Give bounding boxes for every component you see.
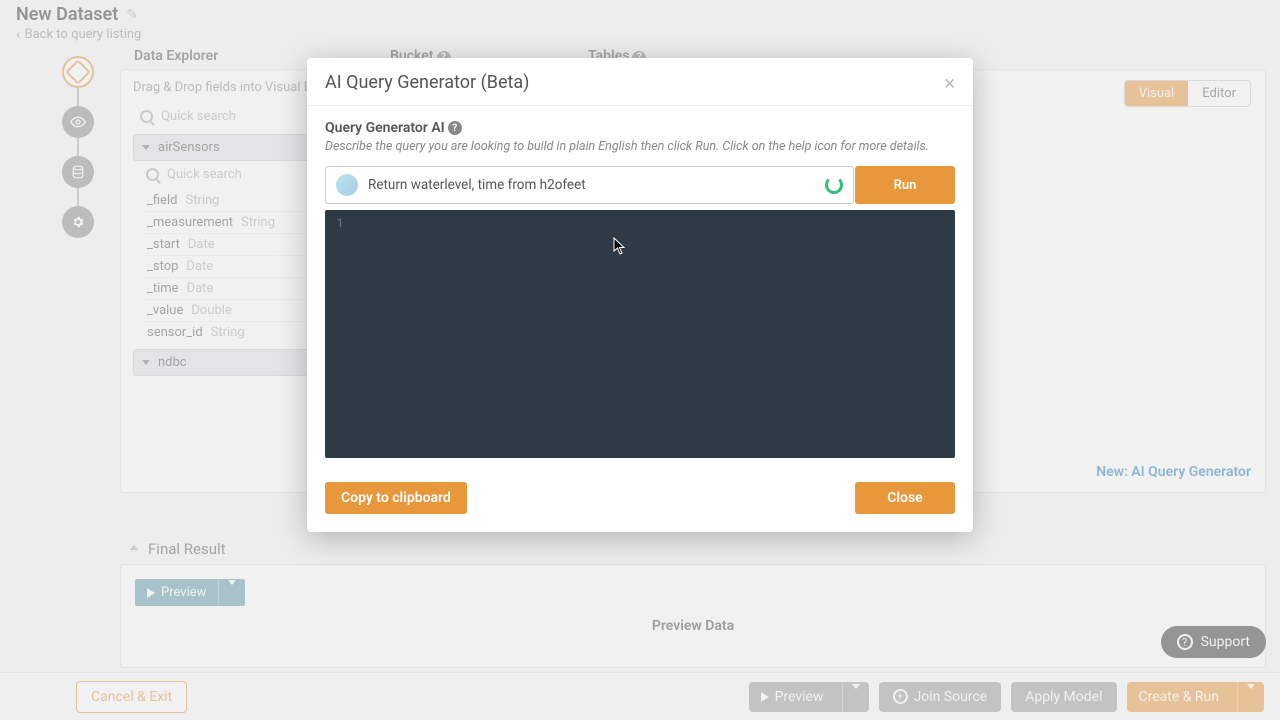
code-output[interactable]: 1 (325, 210, 955, 458)
run-button[interactable]: Run (855, 166, 955, 204)
copy-button[interactable]: Copy to clipboard (325, 482, 467, 514)
ai-icon (336, 174, 358, 196)
close-button[interactable]: × (944, 73, 955, 93)
loading-spinner-icon (825, 176, 843, 194)
code-line-number: 1 (325, 210, 355, 458)
query-input[interactable]: Return waterlevel, time from h2ofeet (325, 166, 854, 204)
help-icon[interactable]: ? (448, 121, 462, 135)
modal-title: AI Query Generator (Beta) (325, 72, 529, 93)
query-generator-label: Query Generator AI? (325, 120, 955, 136)
close-modal-button[interactable]: Close (855, 482, 955, 514)
query-input-value: Return waterlevel, time from h2ofeet (368, 177, 586, 193)
query-generator-desc: Describe the query you are looking to bu… (325, 139, 955, 154)
ai-query-modal: AI Query Generator (Beta) × Query Genera… (307, 58, 973, 532)
